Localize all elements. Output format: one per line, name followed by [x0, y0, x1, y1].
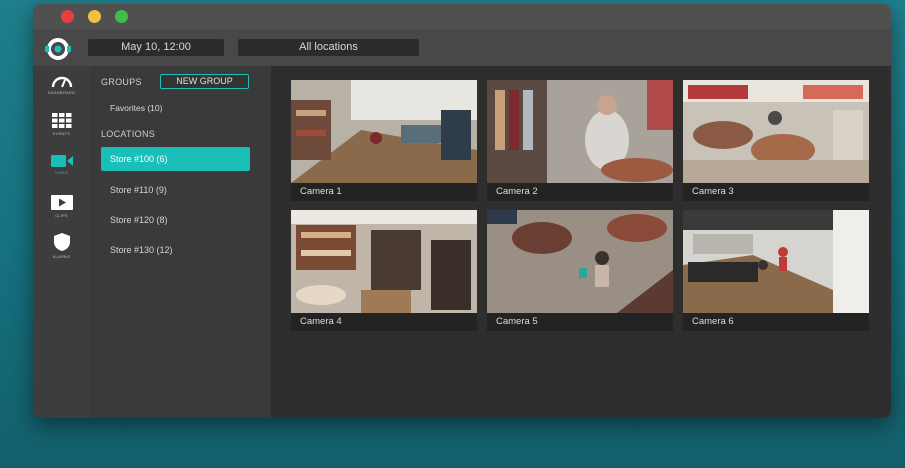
camera-feed-6: [683, 210, 869, 313]
nav-video-label: VIDEO: [54, 170, 69, 175]
new-group-button[interactable]: NEW GROUP: [160, 74, 249, 89]
close-window-button[interactable]: [61, 10, 74, 23]
locations-heading: LOCATIONS: [101, 129, 156, 139]
camera-label-6: Camera 6: [683, 313, 869, 331]
camera-label-1: Camera 1: [291, 183, 477, 201]
camera-feed-5: [487, 210, 673, 313]
camera-label-4: Camera 4: [291, 313, 477, 331]
events-grid-icon: [51, 113, 71, 128]
alarms-shield-icon: [53, 233, 70, 251]
app-logo-icon: [45, 38, 71, 60]
groups-heading: GROUPS: [101, 77, 142, 87]
nav-clips[interactable]: CLIPS: [33, 194, 90, 228]
camera-label-3: Camera 3: [683, 183, 869, 201]
nav-clips-label: CLIPS: [55, 213, 68, 218]
dashboard-gauge-icon: [51, 76, 72, 88]
camera-tile-4[interactable]: Camera 4: [291, 210, 477, 331]
camera-feed-4: [291, 210, 477, 313]
nav-alarms-label: ALARMS: [52, 254, 71, 259]
locations-panel: GROUPS NEW GROUP Favorites (10) LOCATION…: [90, 66, 271, 418]
nav-sidebar: DASHBOARD EVENTS VIDEO CLIPS ALARMS: [33, 66, 90, 418]
store-item-130[interactable]: Store #130 (12): [101, 238, 250, 262]
nav-events-label: EVENTS: [52, 131, 71, 136]
camera-tile-3[interactable]: Camera 3: [683, 80, 869, 201]
video-camera-icon: [50, 155, 73, 167]
nav-events[interactable]: EVENTS: [33, 112, 90, 146]
camera-feed-2: [487, 80, 673, 183]
camera-tile-1[interactable]: Camera 1: [291, 80, 477, 201]
camera-label-2: Camera 2: [487, 183, 673, 201]
date-time-selector[interactable]: May 10, 12:00: [88, 39, 224, 56]
nav-dashboard-label: DASHBOARD: [47, 90, 76, 95]
store-item-100[interactable]: Store #100 (6): [101, 147, 250, 171]
camera-label-5: Camera 5: [487, 313, 673, 331]
favorites-item[interactable]: Favorites (10): [110, 103, 162, 113]
location-selector[interactable]: All locations: [238, 39, 419, 56]
minimize-window-button[interactable]: [88, 10, 101, 23]
camera-tile-5[interactable]: Camera 5: [487, 210, 673, 331]
store-item-120[interactable]: Store #120 (8): [101, 208, 250, 232]
title-bar: [33, 4, 891, 30]
camera-tile-2[interactable]: Camera 2: [487, 80, 673, 201]
app-window: May 10, 12:00 All locations DASHBOARD EV…: [33, 4, 891, 418]
nav-dashboard[interactable]: DASHBOARD: [33, 74, 90, 108]
app-header: May 10, 12:00 All locations: [33, 30, 891, 66]
camera-tile-6[interactable]: Camera 6: [683, 210, 869, 331]
camera-feed-1: [291, 80, 477, 183]
clips-play-icon: [50, 195, 73, 210]
nav-video[interactable]: VIDEO: [33, 154, 90, 188]
camera-grid: Camera 1 Camera 2 Camera 3 Camera 4 Came…: [271, 66, 891, 418]
camera-feed-3: [683, 80, 869, 183]
maximize-window-button[interactable]: [115, 10, 128, 23]
nav-alarms[interactable]: ALARMS: [33, 232, 90, 266]
store-item-110[interactable]: Store #110 (9): [101, 178, 250, 202]
